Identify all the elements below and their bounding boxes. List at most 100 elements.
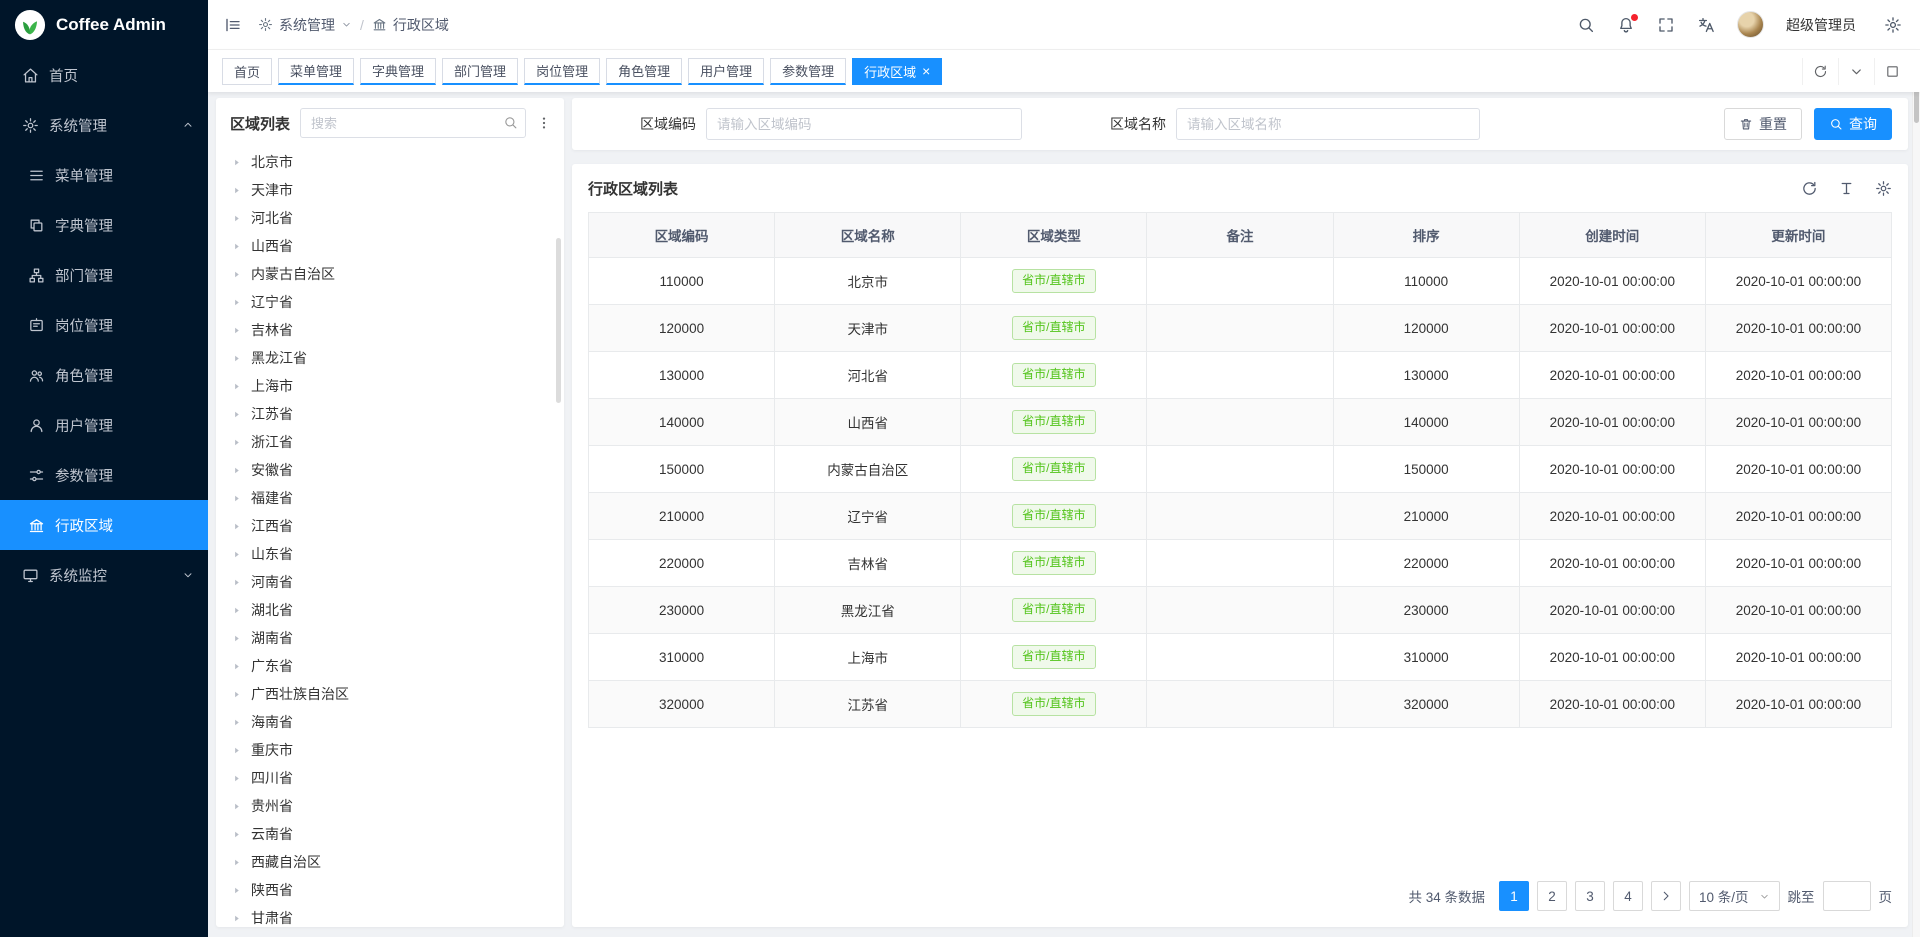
table-row[interactable]: 320000 江苏省 省市/直辖市 320000 2020-10-01 00:0… <box>589 681 1892 728</box>
page-number-button[interactable]: 1 <box>1499 881 1529 911</box>
translate-icon[interactable] <box>1697 16 1715 34</box>
sidebar-item[interactable]: 部门管理 <box>0 250 208 300</box>
caret-right-icon[interactable] <box>231 745 242 756</box>
caret-right-icon[interactable] <box>231 241 242 252</box>
caret-right-icon[interactable] <box>231 549 242 560</box>
table-column-header[interactable]: 区域名称 <box>775 213 961 258</box>
tab[interactable]: 用户管理 <box>688 58 764 85</box>
tree-scrollbar[interactable] <box>556 238 561 403</box>
tab[interactable]: 岗位管理 <box>524 58 600 85</box>
page-size-select[interactable]: 10 条/页 <box>1689 881 1780 911</box>
sidebar-item[interactable]: 首页 <box>0 50 208 100</box>
caret-right-icon[interactable] <box>231 297 242 308</box>
maximize-icon[interactable] <box>1874 58 1910 85</box>
tree-item[interactable]: 西藏自治区 <box>216 848 564 876</box>
tree-item[interactable]: 云南省 <box>216 820 564 848</box>
tree-item[interactable]: 陕西省 <box>216 876 564 904</box>
chevron-down-icon[interactable] <box>1838 58 1874 85</box>
tree-item[interactable]: 湖北省 <box>216 596 564 624</box>
tree-item[interactable]: 天津市 <box>216 176 564 204</box>
fullscreen-icon[interactable] <box>1657 16 1675 34</box>
tree-item[interactable]: 广西壮族自治区 <box>216 680 564 708</box>
caret-right-icon[interactable] <box>231 577 242 588</box>
gear-icon[interactable] <box>1884 16 1902 34</box>
caret-right-icon[interactable] <box>231 885 242 896</box>
table-row[interactable]: 120000 天津市 省市/直辖市 120000 2020-10-01 00:0… <box>589 305 1892 352</box>
tree-item[interactable]: 河南省 <box>216 568 564 596</box>
caret-right-icon[interactable] <box>231 381 242 392</box>
page-number-button[interactable]: 4 <box>1613 881 1643 911</box>
tree-item[interactable]: 四川省 <box>216 764 564 792</box>
query-button[interactable]: 查询 <box>1814 108 1892 140</box>
caret-right-icon[interactable] <box>231 409 242 420</box>
window-scrollbar[interactable] <box>1912 50 1920 937</box>
refresh-icon[interactable] <box>1802 58 1838 85</box>
tree-item[interactable]: 福建省 <box>216 484 564 512</box>
table-row[interactable]: 130000 河北省 省市/直辖市 130000 2020-10-01 00:0… <box>589 352 1892 399</box>
caret-right-icon[interactable] <box>231 605 242 616</box>
caret-right-icon[interactable] <box>231 801 242 812</box>
sidebar-item[interactable]: 行政区域 <box>0 500 208 550</box>
tree-item[interactable]: 吉林省 <box>216 316 564 344</box>
caret-right-icon[interactable] <box>231 465 242 476</box>
caret-right-icon[interactable] <box>231 633 242 644</box>
caret-right-icon[interactable] <box>231 185 242 196</box>
tree-item[interactable]: 辽宁省 <box>216 288 564 316</box>
caret-right-icon[interactable] <box>231 521 242 532</box>
tree-item[interactable]: 河北省 <box>216 204 564 232</box>
user-avatar[interactable] <box>1737 11 1764 38</box>
sidebar-item[interactable]: 岗位管理 <box>0 300 208 350</box>
caret-right-icon[interactable] <box>231 493 242 504</box>
table-row[interactable]: 210000 辽宁省 省市/直辖市 210000 2020-10-01 00:0… <box>589 493 1892 540</box>
caret-right-icon[interactable] <box>231 913 242 924</box>
tree-item[interactable]: 甘肃省 <box>216 904 564 927</box>
sidebar-item[interactable]: 菜单管理 <box>0 150 208 200</box>
tab[interactable]: 菜单管理 <box>278 58 354 85</box>
table-column-header[interactable]: 排序 <box>1333 213 1519 258</box>
bell-icon[interactable] <box>1617 16 1635 34</box>
tree-item[interactable]: 广东省 <box>216 652 564 680</box>
tab[interactable]: 行政区域 × <box>852 58 942 85</box>
next-page-button[interactable] <box>1651 881 1681 911</box>
search-icon[interactable] <box>1577 16 1595 34</box>
tree-item[interactable]: 湖南省 <box>216 624 564 652</box>
tab[interactable]: 角色管理 <box>606 58 682 85</box>
tree-item[interactable]: 山东省 <box>216 540 564 568</box>
caret-right-icon[interactable] <box>231 829 242 840</box>
tree-item[interactable]: 内蒙古自治区 <box>216 260 564 288</box>
caret-right-icon[interactable] <box>231 157 242 168</box>
search-icon[interactable] <box>503 115 518 130</box>
table-row[interactable]: 310000 上海市 省市/直辖市 310000 2020-10-01 00:0… <box>589 634 1892 681</box>
table-column-header[interactable]: 区域编码 <box>589 213 775 258</box>
breadcrumb-parent[interactable]: 系统管理 <box>279 15 335 35</box>
region-code-input[interactable] <box>706 108 1022 140</box>
table-row[interactable]: 150000 内蒙古自治区 省市/直辖市 150000 2020-10-01 0… <box>589 446 1892 493</box>
sidebar-item[interactable]: 字典管理 <box>0 200 208 250</box>
page-number-button[interactable]: 2 <box>1537 881 1567 911</box>
caret-right-icon[interactable] <box>231 353 242 364</box>
table-column-header[interactable]: 创建时间 <box>1519 213 1705 258</box>
sidebar-item[interactable]: 参数管理 <box>0 450 208 500</box>
tab[interactable]: 参数管理 <box>770 58 846 85</box>
tree-item[interactable]: 浙江省 <box>216 428 564 456</box>
tree-item[interactable]: 北京市 <box>216 148 564 176</box>
reset-button[interactable]: 重置 <box>1724 108 1802 140</box>
caret-right-icon[interactable] <box>231 437 242 448</box>
tree-item[interactable]: 安徽省 <box>216 456 564 484</box>
tree-search-input[interactable] <box>300 108 526 138</box>
tab[interactable]: 部门管理 <box>442 58 518 85</box>
caret-right-icon[interactable] <box>231 661 242 672</box>
text-height-icon[interactable] <box>1838 180 1855 197</box>
caret-right-icon[interactable] <box>231 213 242 224</box>
caret-right-icon[interactable] <box>231 269 242 280</box>
tree-item[interactable]: 黑龙江省 <box>216 344 564 372</box>
page-number-button[interactable]: 3 <box>1575 881 1605 911</box>
table-row[interactable]: 220000 吉林省 省市/直辖市 220000 2020-10-01 00:0… <box>589 540 1892 587</box>
caret-right-icon[interactable] <box>231 325 242 336</box>
tree-item[interactable]: 海南省 <box>216 708 564 736</box>
sidebar-item[interactable]: 系统监控 <box>0 550 208 600</box>
table-column-header[interactable]: 备注 <box>1147 213 1333 258</box>
region-name-input[interactable] <box>1176 108 1480 140</box>
tree-item[interactable]: 山西省 <box>216 232 564 260</box>
more-options-icon[interactable] <box>536 115 552 131</box>
